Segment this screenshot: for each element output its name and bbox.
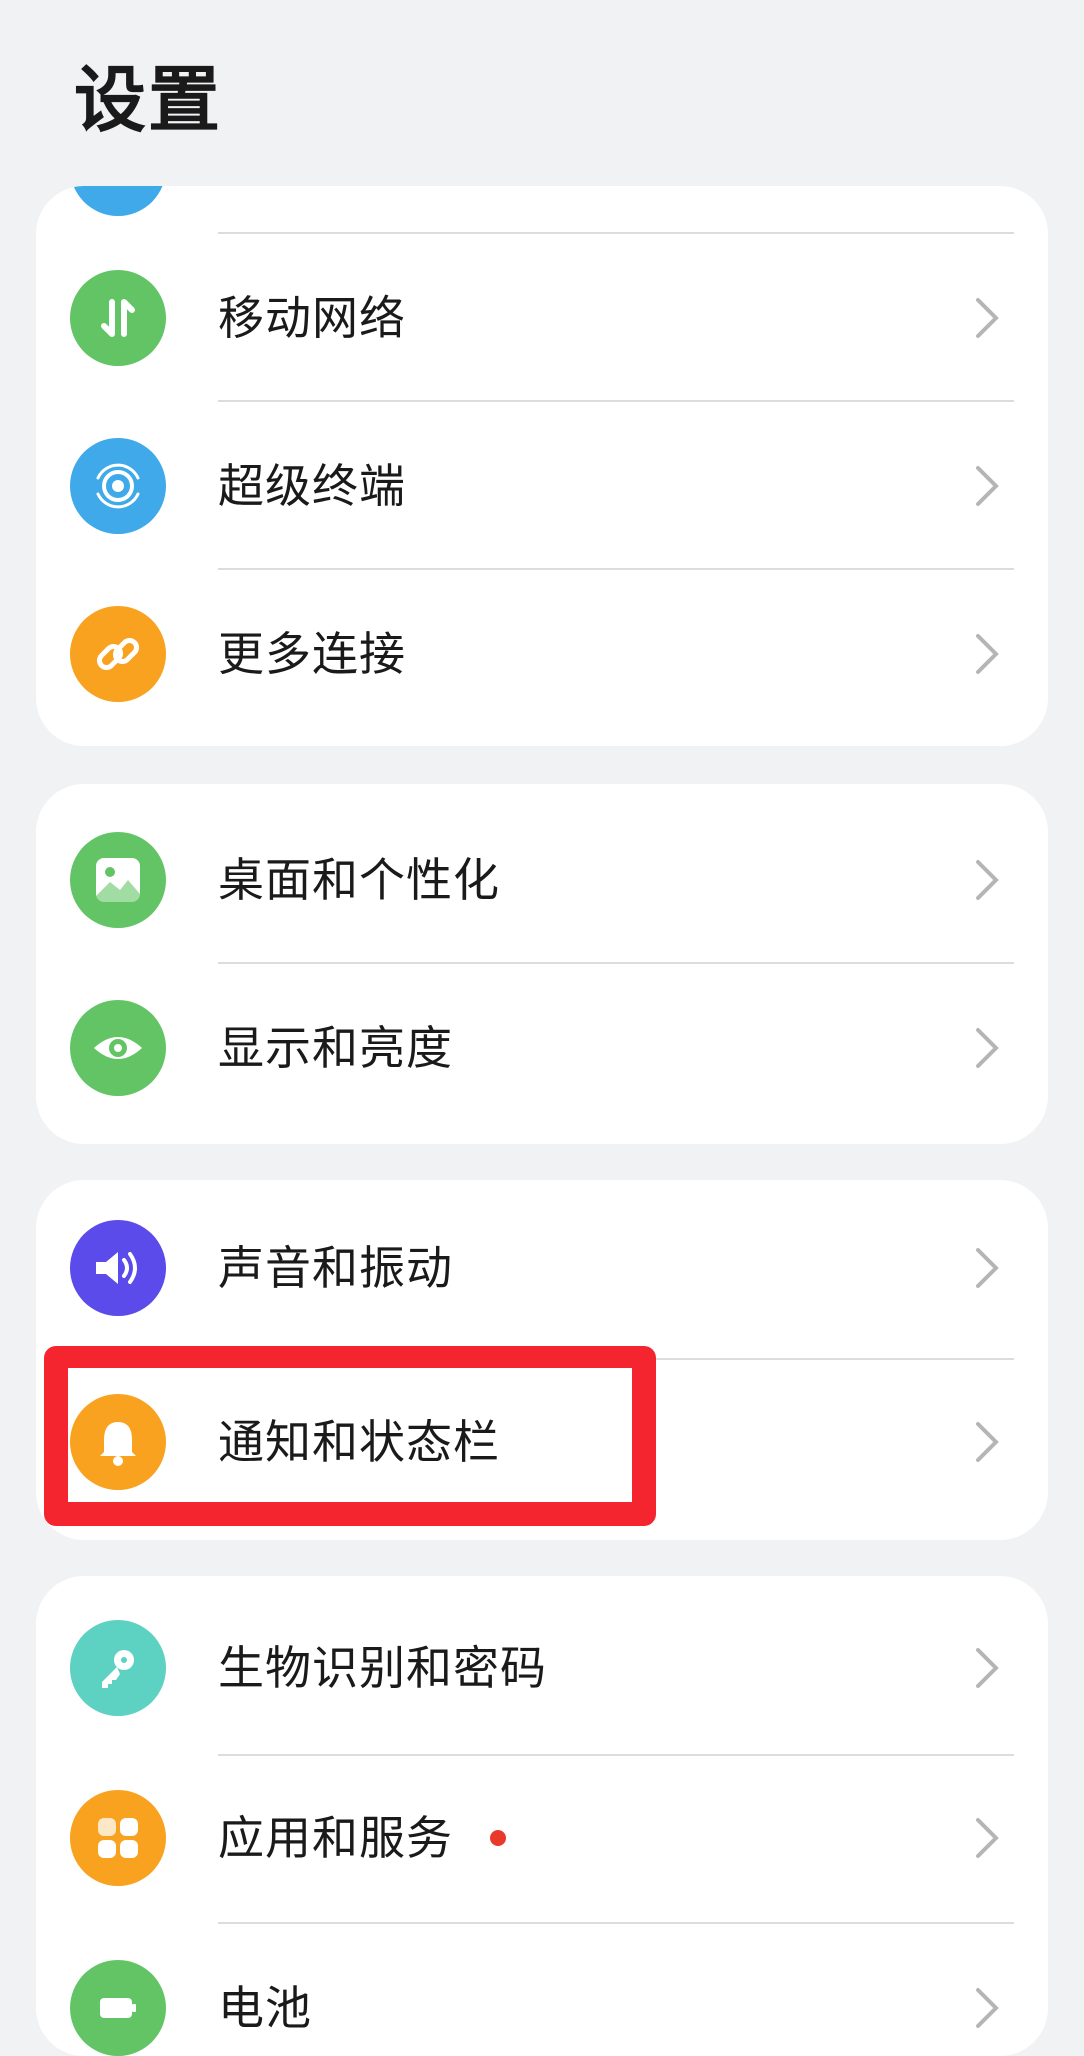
settings-item-label: 超级终端 <box>218 459 406 513</box>
settings-item-battery[interactable]: 电池 <box>36 1924 1048 2056</box>
partial-item-icon <box>70 186 166 216</box>
settings-item-apps-services[interactable]: 应用和服务 <box>36 1754 1048 1922</box>
settings-item-label: 生物识别和密码 <box>218 1641 547 1695</box>
battery-icon <box>70 1960 166 2056</box>
settings-item-mobile-network[interactable]: 移动网络 <box>36 234 1048 402</box>
link-icon <box>70 606 166 702</box>
settings-item-label: 更多连接 <box>218 627 406 681</box>
mobile-data-icon <box>70 270 166 366</box>
chevron-right-icon <box>976 1422 999 1462</box>
apps-icon <box>70 1790 166 1886</box>
chevron-right-icon <box>976 634 999 674</box>
settings-group-display: 桌面和个性化 显示和亮度 <box>36 784 1048 1144</box>
page-title: 设置 <box>74 58 223 142</box>
settings-item-home-screen[interactable]: 桌面和个性化 <box>36 796 1048 964</box>
chevron-right-icon <box>976 1248 999 1288</box>
chevron-right-icon <box>976 1648 999 1688</box>
settings-item-super-device[interactable]: 超级终端 <box>36 402 1048 570</box>
bell-icon <box>70 1394 166 1490</box>
settings-item-more-connections[interactable]: 更多连接 <box>36 570 1048 738</box>
chevron-right-icon <box>976 298 999 338</box>
settings-group-security-apps: 生物识别和密码 应用和服务 电池 <box>36 1576 1048 2056</box>
chevron-right-icon <box>976 466 999 506</box>
settings-item-label: 移动网络 <box>218 291 406 345</box>
settings-group-sound-notifications: 声音和振动 通知和状态栏 <box>36 1180 1048 1540</box>
settings-item-display-brightness[interactable]: 显示和亮度 <box>36 964 1048 1132</box>
chevron-right-icon <box>976 1028 999 1068</box>
settings-item-sound-vibration[interactable]: 声音和振动 <box>36 1184 1048 1352</box>
chevron-right-icon <box>976 1818 999 1858</box>
wallpaper-icon <box>70 832 166 928</box>
settings-item-label: 通知和状态栏 <box>218 1415 500 1469</box>
key-icon <box>70 1620 166 1716</box>
eye-icon <box>70 1000 166 1096</box>
settings-group-connectivity: 移动网络 超级终端 更多连接 <box>36 186 1048 746</box>
chevron-right-icon <box>976 1988 999 2028</box>
speaker-icon <box>70 1220 166 1316</box>
settings-item-notifications-status-bar[interactable]: 通知和状态栏 <box>36 1358 1048 1526</box>
chevron-right-icon <box>976 860 999 900</box>
super-device-icon <box>70 438 166 534</box>
settings-item-biometrics-password[interactable]: 生物识别和密码 <box>36 1584 1048 1752</box>
settings-item-label: 显示和亮度 <box>218 1021 453 1075</box>
settings-item-label: 桌面和个性化 <box>218 853 500 907</box>
settings-item-label: 声音和振动 <box>218 1241 453 1295</box>
settings-item-label: 电池 <box>218 1981 312 2035</box>
new-badge-dot <box>490 1830 506 1846</box>
settings-item-label: 应用和服务 <box>218 1811 453 1865</box>
